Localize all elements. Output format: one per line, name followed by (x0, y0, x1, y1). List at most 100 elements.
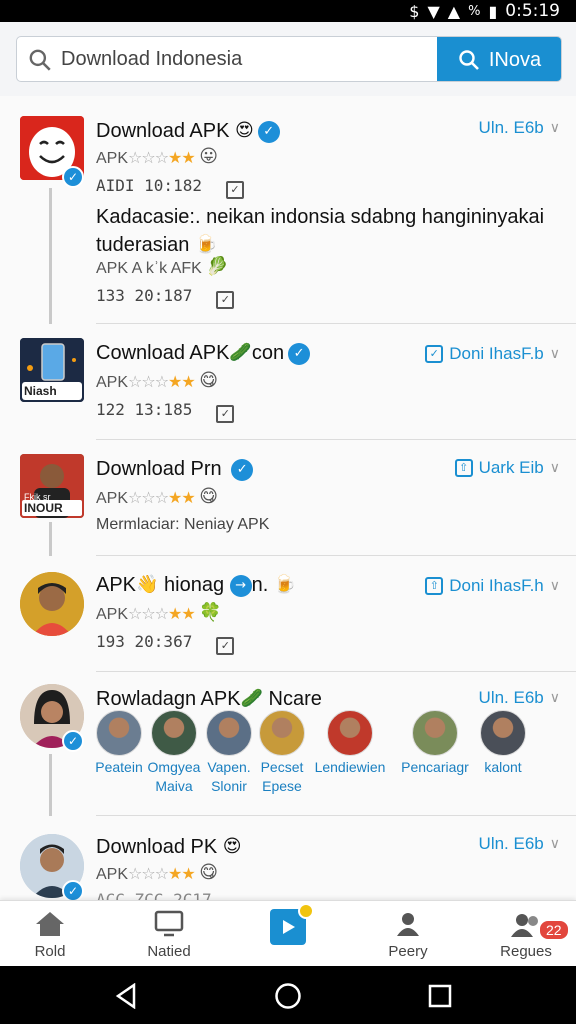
avatar (412, 710, 458, 756)
star-rating-icon: ☆☆☆★★ (128, 488, 196, 507)
item-description: Mermlaciar: Neniay APK (96, 516, 270, 533)
battery-icon: ▮ (488, 1, 498, 21)
person-name: Epese (262, 778, 302, 794)
item-action-label: Doni IhasF.b (449, 344, 544, 363)
item-body: Kadacasie:. neikan indonsia sdabng hangi… (96, 204, 556, 259)
people-row: Peatein Omgyea Maiva Vapen. Slonir Pecset E… (95, 710, 566, 800)
avatar[interactable]: Niash (20, 338, 84, 402)
feed-item[interactable]: ✓ Rowladagn APK🥒 Ncare Uln. E6b ∨ Peatein… (0, 672, 576, 816)
emoji-icon: 👋 (136, 574, 159, 595)
item-meta: ACC ZCC 2C17 (96, 890, 212, 900)
checkbox-icon[interactable]: ✓ (216, 405, 235, 423)
verified-icon: ✓ (257, 121, 280, 143)
item-title-text: Rowladagn APK (96, 688, 241, 710)
item-action-button[interactable]: ⇧ Doni IhasF.h ∨ (425, 576, 560, 596)
person-chip[interactable]: kalont (470, 710, 536, 775)
rating-label: APK (96, 606, 129, 623)
person-chip[interactable]: Pencariagr (396, 710, 474, 775)
feed-item[interactable]: ✓ Download PK 😍 APK☆☆☆★★ 😋 ACC ZCC 2C17 … (0, 816, 576, 900)
verified-icon: ✓ (62, 880, 84, 900)
item-action-button[interactable]: Uln. E6b ∨ (479, 834, 560, 854)
item-action-label: Uln. E6b (478, 688, 544, 707)
nav-item-home[interactable]: Rold (0, 909, 100, 960)
status-bar: $ ▼ ▲ % ▮ 0:5:19 (0, 0, 576, 22)
thread-line (49, 754, 52, 816)
item-title-text: Download PK (96, 836, 218, 858)
rating-row: APK☆☆☆★★ 😋 (96, 862, 218, 884)
rating-label: APK (96, 150, 129, 167)
person-chip[interactable]: Pecset Epese (249, 710, 315, 794)
item-title[interactable]: APK👋 hionag → n. 🍺 (96, 574, 296, 597)
nav-item-profile[interactable]: Peery (358, 909, 458, 960)
avatar (206, 710, 252, 756)
item-title[interactable]: Download APK 😍 ✓ (96, 120, 280, 143)
emoji-icon: 🥒 (240, 688, 263, 709)
emoji-icon: 😛 (199, 146, 218, 167)
back-icon[interactable] (114, 983, 138, 1009)
feed-item[interactable]: Niash Cownload APK🥒con ✓ APK☆☆☆★★ 😋 122 1… (0, 324, 576, 440)
person-name: Lendiewien (314, 759, 386, 775)
item-title-text: Download Prn (96, 458, 222, 480)
avatar[interactable] (20, 572, 84, 636)
monitor-icon (152, 909, 186, 939)
item-title[interactable]: Download Prn ✓ (96, 458, 254, 481)
item-title-suffix: n. (251, 574, 269, 596)
rating-row: APK☆☆☆★★ 😛 (96, 146, 218, 168)
person-name: Pecset (260, 759, 304, 775)
avatar (327, 710, 373, 756)
item-action-button[interactable]: ✓ Doni IhasF.b ∨ (425, 344, 560, 364)
nav-label: Natied (147, 943, 191, 960)
item-title-text: APK (96, 574, 137, 596)
person-icon (391, 909, 425, 939)
nav-label: Peery (388, 943, 428, 960)
checkbox-icon[interactable]: ✓ (216, 291, 235, 309)
feed-item[interactable]: ✓ Download APK 😍 ✓ APK☆☆☆★★ 😛 AIDI 10:182… (0, 96, 576, 324)
search-button[interactable]: INova (437, 37, 561, 81)
item-meta-text: 122 13:185 (96, 400, 193, 419)
play-icon (270, 903, 314, 945)
item-title[interactable]: Download PK 😍 (96, 836, 242, 859)
item-action-button[interactable]: Uln. E6b ∨ (479, 688, 560, 708)
item-action-button[interactable]: Uln. E6b ∨ (479, 118, 560, 138)
feed-item[interactable]: APK👋 hionag → n. 🍺 APK☆☆☆★★ 🍀 193 20:367 ✓… (0, 556, 576, 672)
item-meta: AIDI 10:182 ✓ (96, 176, 244, 199)
search-button-icon (459, 50, 479, 70)
item-title[interactable]: Rowladagn APK🥒 Ncare (96, 688, 322, 711)
checkbox-icon[interactable]: ✓ (225, 181, 244, 199)
person-chip[interactable]: Lendiewien (312, 710, 388, 775)
star-rating-icon: ☆☆☆★★ (128, 372, 196, 391)
emoji-icon: 😋 (199, 486, 218, 507)
star-rating-icon: ☆☆☆★★ (128, 864, 196, 883)
thread-line (49, 522, 52, 556)
checkbox-icon[interactable]: ✓ (216, 637, 235, 655)
item-action-button[interactable]: ⇧ Uark Eib ∨ (454, 458, 560, 478)
item-title-suffix: hionag (164, 574, 225, 596)
emoji-icon: 🥬 (206, 256, 229, 277)
nav-item-monitor[interactable]: Natied (119, 909, 219, 960)
rating-row: APK☆☆☆★★ 🍀 (96, 602, 222, 624)
nav-item-requests[interactable]: 22 Regues (476, 909, 576, 960)
emoji-icon: 😍 (222, 836, 242, 857)
nav-item-play[interactable] (238, 903, 338, 949)
item-title-text: Cownload APK (96, 342, 230, 364)
rating-label: APK (96, 866, 129, 883)
feed-item[interactable]: Fkik sr INOUR Download Prn ✓ APK☆☆☆★★ 😋 … (0, 440, 576, 556)
chevron-down-icon: ∨ (549, 690, 560, 706)
system-nav-bar (0, 966, 576, 1024)
item-title[interactable]: Cownload APK🥒con ✓ (96, 342, 311, 365)
verified-icon: ✓ (288, 343, 311, 365)
emoji-icon: 😋 (199, 862, 218, 883)
item-title-text: Download APK (96, 120, 230, 142)
battery-text: % (468, 3, 481, 19)
mute-icon: ▲ (447, 1, 461, 21)
recents-icon[interactable] (428, 984, 452, 1008)
search-input[interactable] (61, 37, 441, 81)
home-icon (33, 909, 67, 939)
emoji-icon: 🍺 (194, 234, 218, 255)
chevron-down-icon: ∨ (549, 120, 560, 136)
verified-icon: → (229, 575, 252, 597)
verified-icon: ✓ (231, 459, 254, 481)
home-circle-icon[interactable] (274, 982, 302, 1010)
avatar[interactable]: Fkik sr INOUR (20, 454, 84, 518)
chevron-down-icon: ∨ (549, 346, 560, 362)
